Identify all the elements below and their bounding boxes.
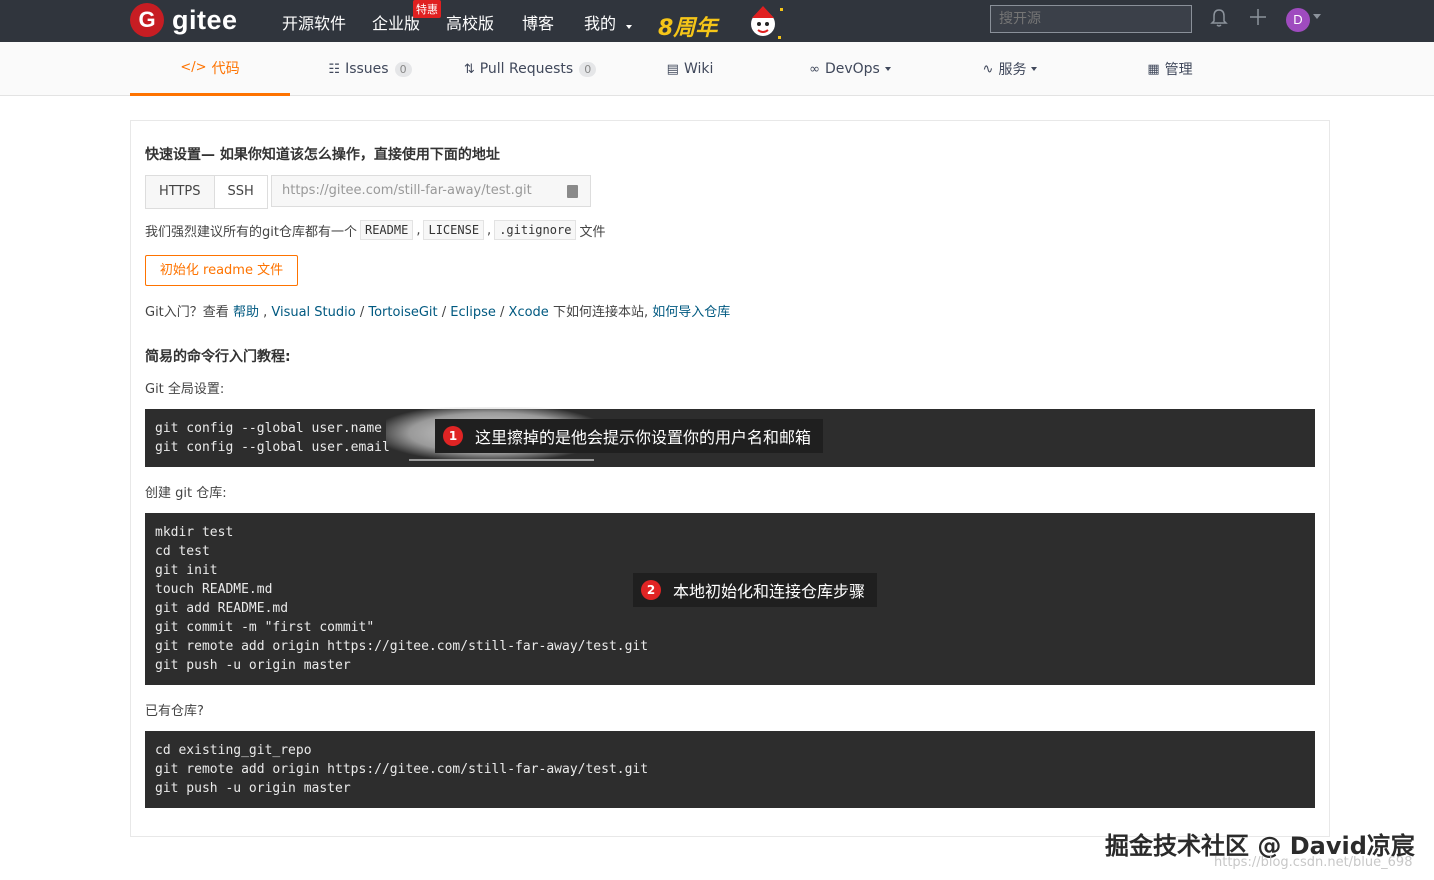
annotation-text: 本地初始化和连接仓库步骤	[673, 582, 866, 601]
existing-repo-code[interactable]: cd existing_git_repo git remote add orig…	[145, 731, 1315, 808]
annotation-number: 2	[641, 580, 661, 600]
tab-pull-requests-label: Pull Requests	[479, 61, 574, 77]
tab-pull-requests[interactable]: ⇅ Pull Requests 0	[450, 42, 610, 96]
enterprise-promo-badge: 特惠	[413, 0, 441, 18]
erased-underline	[409, 459, 594, 461]
mascot-icon	[751, 6, 783, 39]
nav-blog[interactable]: 博客	[522, 10, 554, 34]
tutorial-title: 简易的命令行入门教程:	[145, 349, 291, 365]
code-icon: </>	[180, 60, 207, 75]
copy-icon[interactable]	[567, 185, 578, 198]
annotation-text: 这里擦掉的是他会提示你设置你的用户名和邮箱	[475, 428, 812, 447]
nav-open-source[interactable]: 开源软件	[282, 10, 346, 34]
code-line: git push -u origin master	[155, 781, 351, 796]
code-line: cd existing_git_repo	[155, 743, 312, 758]
clone-url-text: https://gitee.com/still-far-away/test.gi…	[282, 183, 532, 198]
gitee-logo[interactable]: G gitee	[130, 2, 238, 38]
help-prefix: Git入门？查看	[145, 305, 229, 320]
chevron-down-icon[interactable]	[1313, 14, 1321, 19]
gitignore-chip: .gitignore	[494, 220, 577, 240]
code-line: cd test	[155, 544, 210, 559]
tab-issues[interactable]: ☷ Issues 0	[290, 42, 450, 96]
annotation-callout-1: 1 这里擦掉的是他会提示你设置你的用户名和邮箱	[435, 419, 824, 453]
manage-icon: ▦	[1147, 61, 1160, 77]
annotation-callout-2: 2 本地初始化和连接仓库步骤	[633, 573, 878, 607]
anniversary-text: 8周年	[658, 16, 718, 41]
existing-repo-label: 已有仓库?	[145, 704, 204, 719]
xcode-link[interactable]: Xcode	[509, 305, 549, 320]
tab-service[interactable]: ∿ 服务	[930, 42, 1090, 96]
chevron-down-icon	[1031, 67, 1038, 71]
service-icon: ∿	[982, 61, 994, 77]
gitee-logo-icon: G	[130, 3, 164, 37]
code-line: git remote add origin https://gitee.com/…	[155, 639, 649, 654]
bell-icon[interactable]	[1208, 8, 1230, 30]
issues-icon: ☷	[328, 61, 341, 77]
watermark-url: https://blog.csdn.net/blue_698	[1214, 855, 1413, 870]
help-mid: 下如何连接本站,	[552, 305, 649, 320]
issues-count-badge: 0	[394, 61, 412, 77]
recommend-suffix: 文件	[579, 224, 606, 240]
tab-manage-label: 管理	[1164, 62, 1193, 78]
avatar[interactable]: D	[1286, 8, 1310, 32]
tab-manage[interactable]: ▦ 管理	[1090, 42, 1250, 96]
init-readme-button[interactable]: 初始化 readme 文件	[145, 255, 298, 286]
search-input[interactable]	[990, 5, 1192, 33]
chevron-down-icon	[626, 25, 633, 29]
tab-devops-label: DevOps	[824, 61, 880, 77]
tab-devops[interactable]: ∞ DevOps	[770, 42, 930, 96]
tab-wiki[interactable]: ▤ Wiki	[610, 42, 770, 96]
tab-code-label: 代码	[211, 60, 240, 77]
readme-chip: README	[359, 220, 414, 240]
devops-icon: ∞	[809, 61, 820, 77]
tab-issues-label: Issues	[345, 61, 389, 77]
code-line: mkdir test	[155, 525, 234, 540]
gitee-logo-text: gitee	[172, 4, 238, 35]
clone-url-field[interactable]: https://gitee.com/still-far-away/test.gi…	[271, 175, 591, 207]
recommend-files-text: 我们强烈建议所有的git仓库都有一个 README, LICENSE, .git…	[145, 220, 605, 240]
help-link[interactable]: 帮助	[233, 305, 259, 320]
plus-icon[interactable]	[1247, 8, 1269, 30]
quick-setup-title: 快速设置— 如果你知道该怎么操作，直接使用下面的地址	[145, 147, 500, 163]
top-navbar: G gitee 开源软件 企业版 特惠 高校版 博客 我的 8周年 D	[0, 0, 1434, 42]
visual-studio-link[interactable]: Visual Studio	[271, 305, 355, 320]
chevron-down-icon	[884, 67, 891, 71]
https-button[interactable]: HTTPS	[146, 176, 214, 208]
tab-wiki-label: Wiki	[683, 61, 714, 77]
tab-service-label: 服务	[998, 62, 1027, 78]
recommend-prefix: 我们强烈建议所有的git仓库都有一个	[145, 224, 357, 240]
pull-request-icon: ⇅	[463, 61, 475, 77]
git-help-line: Git入门？查看 帮助 , Visual Studio / TortoiseGi…	[145, 305, 731, 320]
protocol-switch: HTTPS SSH	[145, 175, 268, 209]
code-line: git commit -m "first commit"	[155, 620, 375, 635]
global-settings-label: Git 全局设置:	[145, 382, 225, 397]
nav-mine-label: 我的	[584, 14, 617, 33]
tortoisegit-link[interactable]: TortoiseGit	[368, 305, 437, 320]
ssh-button[interactable]: SSH	[213, 176, 267, 208]
nav-education[interactable]: 高校版	[446, 10, 494, 34]
nav-mine[interactable]: 我的	[584, 10, 633, 34]
annotation-number: 1	[443, 426, 463, 446]
import-repo-link[interactable]: 如何导入仓库	[652, 305, 730, 320]
wiki-icon: ▤	[666, 61, 679, 77]
eclipse-link[interactable]: Eclipse	[450, 305, 496, 320]
quick-setup-panel: 快速设置— 如果你知道该怎么操作，直接使用下面的地址 HTTPS SSH htt…	[130, 120, 1330, 837]
license-chip: LICENSE	[423, 220, 485, 240]
create-repo-label: 创建 git 仓库:	[145, 486, 227, 501]
repo-tabs: </> 代码 ☷ Issues 0 ⇅ Pull Requests 0 ▤ Wi…	[0, 42, 1434, 96]
pull-requests-count-badge: 0	[579, 61, 597, 77]
tab-code[interactable]: </> 代码	[130, 42, 290, 96]
code-line: git remote add origin https://gitee.com/…	[155, 762, 649, 777]
code-line: git push -u origin master	[155, 658, 351, 673]
